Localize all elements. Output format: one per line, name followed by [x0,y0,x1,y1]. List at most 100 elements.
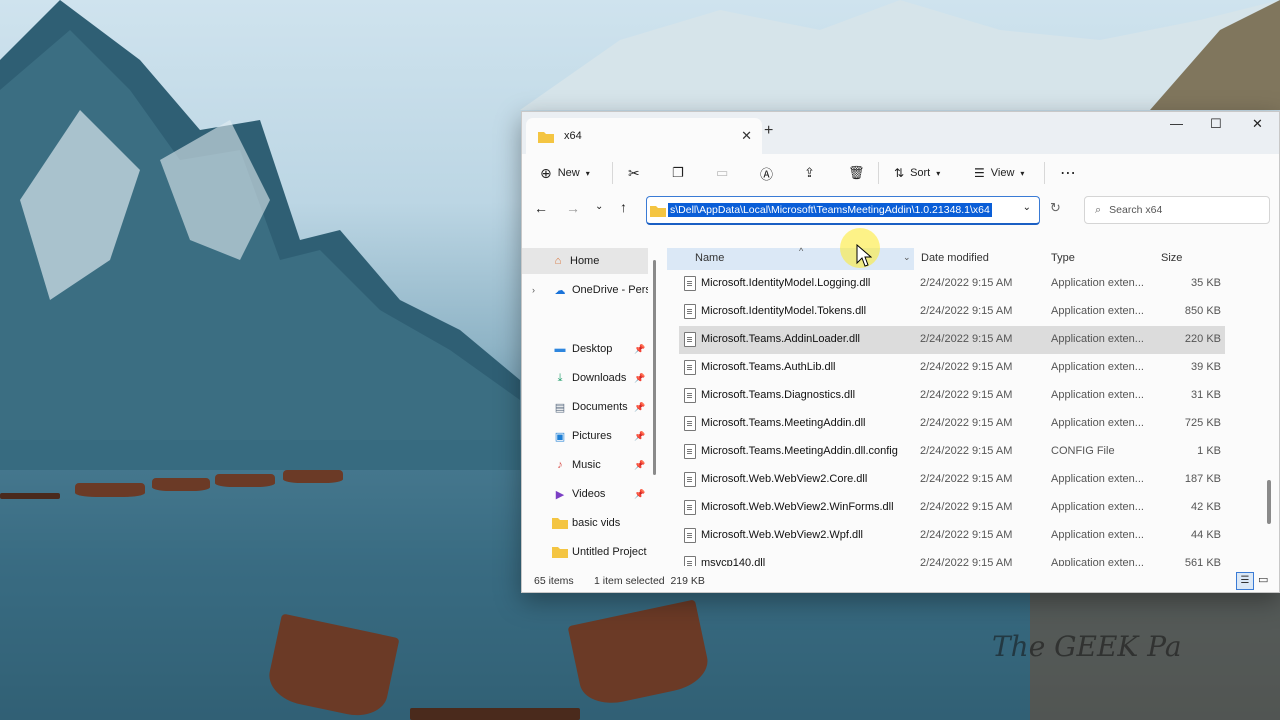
sidebar-item-onedrive[interactable]: › ☁ OneDrive - Pers [522,277,648,303]
forward-arrow-icon[interactable]: → [566,200,580,216]
address-path-text: s\Dell\AppData\Local\Microsoft\TeamsMeet… [668,203,992,217]
file-name: Microsoft.Teams.MeetingAddin.dll.config [701,445,898,457]
sidebar-item-documents[interactable]: ▤ Documents 📌 [522,394,648,420]
back-arrow-icon[interactable]: ← [534,200,548,216]
file-type: Application exten... [1051,333,1144,345]
sidebar-item-desktop[interactable]: ▬ Desktop 📌 [522,336,648,362]
pin-icon: 📌 [634,343,646,354]
file-row[interactable]: Microsoft.IdentityModel.Tokens.dll 2/24/… [679,298,1225,326]
minimize-icon[interactable]: — [1170,116,1183,131]
search-box[interactable]: ⌕ Search x64 [1084,196,1270,224]
dll-file-icon [684,388,696,403]
music-icon: ♪ [557,459,563,471]
expand-chevron-icon[interactable]: › [532,285,535,295]
sidebar-item-music[interactable]: ♪ Music 📌 [522,452,648,478]
sidebar-item-basic-vids[interactable]: basic vids [522,510,648,536]
file-name: Microsoft.Teams.AuthLib.dll [701,361,836,373]
tab-x64[interactable]: x64 ✕ [526,118,762,154]
address-dropdown-chevron-icon[interactable]: ⌄ [1018,202,1031,213]
file-row[interactable]: Microsoft.Web.WebView2.Wpf.dll 2/24/2022… [679,522,1225,550]
share-icon[interactable]: ⇪ [804,165,815,181]
document-icon: ▤ [554,401,566,414]
sort-button[interactable]: ⇅ Sort ▾ [894,166,940,180]
rename-icon[interactable]: Ⓐ [760,164,773,183]
file-row[interactable]: Microsoft.Teams.AuthLib.dll 2/24/2022 9:… [679,354,1225,382]
video-icon: ▶ [555,488,565,501]
column-dropdown-chevron-icon[interactable]: ⌄ [903,252,911,263]
file-row[interactable]: Microsoft.Teams.MeetingAddin.dll.config … [679,438,1225,466]
file-list-scrollbar[interactable] [1267,480,1271,524]
view-button[interactable]: ☰ View ▾ [974,166,1024,180]
status-bar: 65 items 1 item selected 219 KB ☰ ▭ [522,570,1279,592]
more-options-icon[interactable]: ⋯ [1060,163,1076,183]
pin-icon: 📌 [634,372,646,383]
sidebar-item-label: Music [572,459,601,471]
sidebar-scrollbar[interactable] [653,260,656,475]
paste-icon[interactable]: ▭ [716,165,728,181]
file-size: 31 KB [1191,389,1221,401]
sidebar-item-pictures[interactable]: ▣ Pictures 📌 [522,423,648,449]
config-file-icon [684,444,696,459]
maximize-icon[interactable]: ☐ [1210,116,1222,132]
file-type: CONFIG File [1051,445,1115,457]
file-row[interactable]: Microsoft.Teams.MeetingAddin.dll 2/24/20… [679,410,1225,438]
sidebar-item-videos[interactable]: ▶ Videos 📌 [522,481,648,507]
file-row[interactable]: msvcp140.dll 2/24/2022 9:15 AM Applicati… [679,550,1225,566]
file-date: 2/24/2022 9:15 AM [920,277,1013,289]
close-window-icon[interactable]: ✕ [1252,116,1263,132]
details-view-icon[interactable]: ☰ [1236,572,1254,590]
sidebar-item-home[interactable]: ⌂ Home [522,248,648,274]
file-date: 2/24/2022 9:15 AM [920,445,1013,457]
refresh-icon[interactable]: ↻ [1050,200,1061,216]
folder-icon [650,205,666,217]
new-tab-icon[interactable]: + [764,122,773,140]
column-header-type[interactable]: Type [1051,252,1075,264]
search-icon: ⌕ [1095,203,1102,216]
new-button[interactable]: ⊕ New ▾ [540,165,590,182]
dock-plank [410,708,580,720]
file-row[interactable]: Microsoft.Web.WebView2.WinForms.dll 2/24… [679,494,1225,522]
close-tab-icon[interactable]: ✕ [741,128,752,144]
recent-locations-chevron-icon[interactable]: ⌄ [595,201,603,212]
file-size: 44 KB [1191,529,1221,541]
channel-watermark: The GEEK Pa [992,630,1182,663]
file-type: Application exten... [1051,473,1144,485]
sort-label: Sort [910,167,931,179]
sidebar-item-label: basic vids [572,517,621,529]
column-header-date[interactable]: Date modified [921,252,989,264]
home-icon: ⌂ [554,255,562,267]
column-header-name[interactable]: Name [695,252,724,264]
file-name: Microsoft.Teams.AddinLoader.dll [701,333,860,345]
dll-file-icon [684,332,696,347]
dll-file-icon [684,360,696,375]
cut-icon[interactable]: ✂ [628,165,640,182]
download-arrow-icon: ⤓ [557,371,563,384]
file-explorer-window: x64 ✕ + — ☐ ✕ ⊕ New ▾ ✂ ❐ ▭ Ⓐ ⇪ 🗑 ⇅ Sort… [521,111,1280,593]
sort-icon: ⇅ [894,166,905,180]
address-bar[interactable]: s\Dell\AppData\Local\Microsoft\TeamsMeet… [646,196,1040,225]
pin-icon: 📌 [634,459,646,470]
sidebar-item-untitled-project[interactable]: Untitled Project [522,539,648,565]
file-date: 2/24/2022 9:15 AM [920,557,1013,566]
file-row[interactable]: Microsoft.Web.WebView2.Core.dll 2/24/202… [679,466,1225,494]
delete-icon[interactable]: 🗑 [848,165,865,181]
file-size: 187 KB [1184,473,1221,485]
rowboat [75,483,145,497]
new-label: New [557,167,580,179]
dll-file-icon [684,528,696,543]
up-arrow-icon[interactable]: ↑ [620,199,627,215]
file-size: 1 KB [1197,445,1221,457]
folder-icon [552,518,568,529]
copy-icon[interactable]: ❐ [672,165,684,181]
tiles-view-icon[interactable]: ▭ [1258,573,1268,586]
file-name: Microsoft.Teams.MeetingAddin.dll [701,417,866,429]
file-size: 42 KB [1191,501,1221,513]
sidebar-item-downloads[interactable]: ⤓ Downloads 📌 [522,365,648,391]
column-header-size[interactable]: Size [1161,252,1182,264]
file-row-selected[interactable]: Microsoft.Teams.AddinLoader.dll 2/24/202… [679,326,1225,354]
file-type: Application exten... [1051,417,1144,429]
file-row[interactable]: Microsoft.Teams.Diagnostics.dll 2/24/202… [679,382,1225,410]
file-row[interactable]: Microsoft.IdentityModel.Logging.dll 2/24… [679,270,1225,298]
sidebar-item-label: Videos [572,488,606,500]
sidebar-item-label: OneDrive - Pers [572,284,648,296]
